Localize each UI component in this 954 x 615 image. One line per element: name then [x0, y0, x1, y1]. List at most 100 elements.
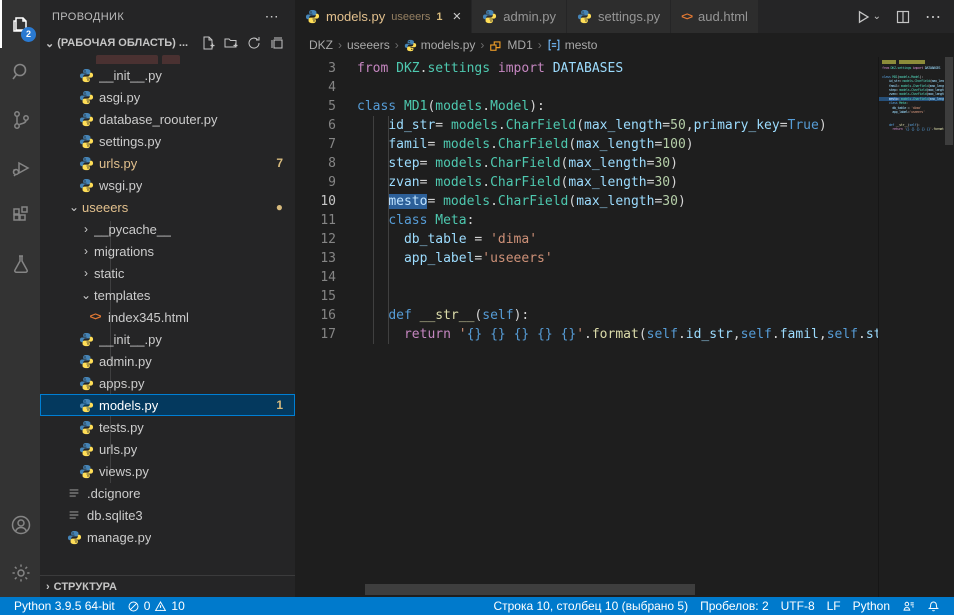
- split-editor-icon[interactable]: [895, 9, 911, 25]
- search-icon[interactable]: [0, 48, 40, 96]
- tab-models-py[interactable]: models.pyuseeers1×: [295, 0, 472, 33]
- sidebar-more-icon[interactable]: ⋯: [261, 8, 283, 25]
- tree-item-views-py[interactable]: views.py: [40, 460, 295, 482]
- error-count: 0: [144, 599, 151, 613]
- tree-item-static[interactable]: ›static: [40, 262, 295, 284]
- python-interpreter-status[interactable]: Python 3.9.5 64-bit: [8, 597, 121, 615]
- tree-item-label: .dcignore: [87, 486, 140, 501]
- python-file-icon: [79, 332, 94, 347]
- tree-item--init-py[interactable]: __init__.py: [40, 64, 295, 86]
- tree-item-apps-py[interactable]: apps.py: [40, 372, 295, 394]
- code-line-4[interactable]: [357, 78, 878, 97]
- code-line-6[interactable]: id_str= models.CharField(max_length=50,p…: [357, 116, 878, 135]
- close-icon[interactable]: ×: [453, 9, 462, 24]
- eol-status[interactable]: LF: [821, 599, 847, 613]
- tree-item-templates[interactable]: ⌄templates: [40, 284, 295, 306]
- code-line-12[interactable]: db_table = 'dima': [357, 230, 878, 249]
- source-control-icon[interactable]: [0, 96, 40, 144]
- tree-item-wsgi-py[interactable]: wsgi.py: [40, 174, 295, 196]
- code-line-3[interactable]: from DKZ.settings import DATABASES: [357, 59, 878, 78]
- code-line-10[interactable]: mesto= models.CharField(max_length=30): [357, 192, 878, 211]
- tree-item--dcignore[interactable]: .dcignore: [40, 482, 295, 504]
- tree-item-useeers[interactable]: ⌄useeers●: [40, 196, 295, 218]
- tree-item-label: tests.py: [99, 420, 144, 435]
- code-line-16[interactable]: def __str__(self):: [357, 306, 878, 325]
- breadcrumb-item-mesto[interactable]: mesto: [547, 38, 598, 52]
- vertical-scrollbar[interactable]: [944, 57, 954, 597]
- tree-item--init-py[interactable]: __init__.py: [40, 328, 295, 350]
- editor[interactable]: 34567891011121314151617 from DKZ.setting…: [295, 57, 954, 597]
- code-line-17[interactable]: return '{} {} {} {} {}'.format(self.id_s…: [357, 325, 878, 344]
- notifications-bell-icon[interactable]: [921, 600, 946, 613]
- tree-item-asgi-py[interactable]: asgi.py: [40, 86, 295, 108]
- workspace-header[interactable]: ⌄ (РАБОЧАЯ ОБЛАСТЬ) ...: [40, 33, 295, 53]
- tree-item-tests-py[interactable]: tests.py: [40, 416, 295, 438]
- collapse-all-icon[interactable]: [269, 35, 285, 51]
- breadcrumb-item-MD1[interactable]: MD1: [489, 38, 532, 52]
- python-file-icon: [79, 90, 94, 105]
- settings-gear-icon[interactable]: [0, 549, 40, 597]
- extensions-icon[interactable]: [0, 192, 40, 240]
- chevron-right-icon: ›: [78, 266, 94, 280]
- tree-item-manage-py[interactable]: manage.py: [40, 526, 295, 548]
- explorer-icon[interactable]: 2: [0, 0, 40, 48]
- editor-more-icon[interactable]: ⋯: [925, 7, 942, 27]
- clipped-tree-item[interactable]: [40, 53, 295, 64]
- line-number: 3: [295, 59, 336, 78]
- chevron-down-icon: ⌄: [66, 200, 82, 214]
- python-file-icon: [79, 156, 94, 171]
- tree-item-models-py[interactable]: models.py1: [40, 394, 295, 416]
- python-file-icon: [79, 398, 94, 413]
- tree-item-urls-py[interactable]: urls.py: [40, 438, 295, 460]
- run-button[interactable]: ⌄: [855, 9, 881, 25]
- refresh-icon[interactable]: [246, 35, 262, 51]
- code-line-5[interactable]: class MD1(models.Model):: [357, 97, 878, 116]
- new-file-icon[interactable]: [200, 35, 216, 51]
- python-file-icon: [79, 464, 94, 479]
- code-area[interactable]: from DKZ.settings import DATABASES class …: [357, 59, 878, 597]
- line-number: 7: [295, 135, 336, 154]
- breadcrumb-label: mesto: [565, 38, 598, 52]
- code-line-9[interactable]: zvan= models.CharField(max_length=30): [357, 173, 878, 192]
- tree-item-migrations[interactable]: ›migrations: [40, 240, 295, 262]
- tree-item-database-roouter-py[interactable]: database_roouter.py: [40, 108, 295, 130]
- tree-item--pycache-[interactable]: ›__pycache__: [40, 218, 295, 240]
- tab-label: models.py: [326, 9, 385, 24]
- breadcrumb-separator: ›: [395, 38, 399, 52]
- language-mode-status[interactable]: Python: [847, 599, 896, 613]
- problems-status[interactable]: 0 10: [121, 597, 191, 615]
- testing-icon[interactable]: [0, 240, 40, 288]
- line-number: 13: [295, 249, 336, 268]
- breadcrumb-item-DKZ[interactable]: DKZ: [309, 38, 333, 52]
- code-line-15[interactable]: [357, 287, 878, 306]
- tree-item-urls-py[interactable]: urls.py7: [40, 152, 295, 174]
- encoding-status[interactable]: UTF-8: [775, 599, 821, 613]
- line-number: 8: [295, 154, 336, 173]
- code-line-11[interactable]: class Meta:: [357, 211, 878, 230]
- minimap-line: return '{} {} {} {} {}'.format(self.id_s…: [879, 127, 944, 131]
- breadcrumb-item-models-py[interactable]: models.py: [404, 38, 476, 52]
- outline-section-header[interactable]: › СТРУКТУРА: [40, 575, 295, 597]
- minimap[interactable]: from DKZ.settings import DATABASESclass …: [878, 57, 944, 597]
- tree-item-index345-html[interactable]: <>index345.html: [40, 306, 295, 328]
- breadcrumb-item-useeers[interactable]: useeers: [347, 38, 390, 52]
- tab-settings-py[interactable]: settings.py: [567, 0, 671, 33]
- accounts-icon[interactable]: [0, 501, 40, 549]
- code-line-13[interactable]: app_label='useeers': [357, 249, 878, 268]
- new-folder-icon[interactable]: [223, 35, 239, 51]
- horizontal-scrollbar-thumb[interactable]: [365, 584, 695, 595]
- run-chevron-icon[interactable]: ⌄: [873, 11, 881, 22]
- code-line-14[interactable]: [357, 268, 878, 287]
- feedback-icon[interactable]: [896, 600, 921, 613]
- code-line-7[interactable]: famil= models.CharField(max_length=100): [357, 135, 878, 154]
- tab-admin-py[interactable]: admin.py: [472, 0, 567, 33]
- tab-aud-html[interactable]: <>aud.html: [671, 0, 759, 33]
- indentation-status[interactable]: Пробелов: 2: [694, 599, 775, 613]
- tree-item-settings-py[interactable]: settings.py: [40, 130, 295, 152]
- run-debug-icon[interactable]: [0, 144, 40, 192]
- cursor-position-status[interactable]: Строка 10, столбец 10 (выбрано 5): [487, 599, 694, 613]
- tree-item-admin-py[interactable]: admin.py: [40, 350, 295, 372]
- vertical-scrollbar-thumb[interactable]: [945, 57, 953, 145]
- code-line-8[interactable]: step= models.CharField(max_length=30): [357, 154, 878, 173]
- tree-item-db-sqlite3[interactable]: db.sqlite3: [40, 504, 295, 526]
